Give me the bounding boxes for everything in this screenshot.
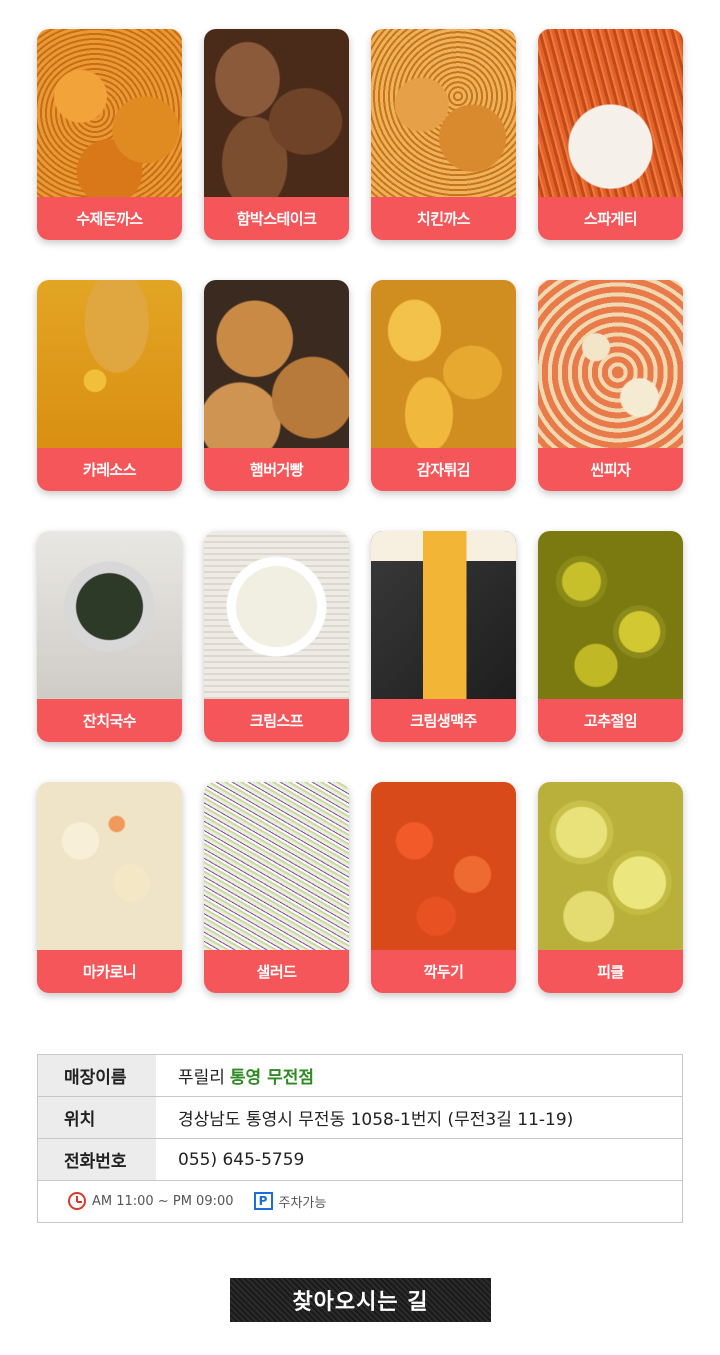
- store-branch-name: 통영 무전점: [229, 1068, 315, 1088]
- store-name-row: 매장이름 푸릴리 통영 무전점: [38, 1055, 682, 1097]
- menu-card-draft-beer[interactable]: 크림생맥주: [371, 531, 516, 742]
- menu-card-burger-bun[interactable]: 햄버거빵: [204, 280, 349, 491]
- store-name-value: 푸릴리 통영 무전점: [156, 1055, 682, 1096]
- food-photo: [204, 782, 349, 950]
- menu-card-thin-pizza[interactable]: 씬피자: [538, 280, 683, 491]
- menu-label: 스파게티: [538, 197, 683, 240]
- food-photo: [371, 29, 516, 197]
- menu-card-fries[interactable]: 감자튀김: [371, 280, 516, 491]
- food-photo: [37, 29, 182, 197]
- location-value: 경상남도 통영시 무전동 1058-1번지 (무전3길 11-19): [178, 1110, 574, 1130]
- food-photo: [371, 280, 516, 448]
- food-photo: [371, 531, 516, 699]
- menu-row: 잔치국수 크림스프 크림생맥주 고추절임: [37, 531, 683, 742]
- menu-card-noodles[interactable]: 잔치국수: [37, 531, 182, 742]
- menu-label: 깍두기: [371, 950, 516, 993]
- food-photo: [204, 280, 349, 448]
- menu-card-kkakdugi[interactable]: 깍두기: [371, 782, 516, 993]
- menu-card-hamburg-steak[interactable]: 함박스테이크: [204, 29, 349, 240]
- menu-label: 감자튀김: [371, 448, 516, 491]
- store-info-table: 매장이름 푸릴리 통영 무전점 위치 경상남도 통영시 무전동 1058-1번지…: [37, 1054, 683, 1223]
- store-name-prefix: 푸릴리: [178, 1068, 225, 1088]
- clock-icon: [68, 1192, 86, 1210]
- directions-button[interactable]: 찾아오시는 길: [230, 1278, 491, 1322]
- menu-card-chicken-cutlet[interactable]: 치킨까스: [371, 29, 516, 240]
- menu-label: 씬피자: [538, 448, 683, 491]
- menu-card-curry-sauce[interactable]: 카레소스: [37, 280, 182, 491]
- store-extra-info: AM 11:00 ~ PM 09:00 P 주차가능: [38, 1181, 682, 1221]
- food-photo: [37, 531, 182, 699]
- menu-label: 햄버거빵: [204, 448, 349, 491]
- menu-row: 카레소스 햄버거빵 감자튀김 씬피자: [37, 280, 683, 491]
- location-row: 위치 경상남도 통영시 무전동 1058-1번지 (무전3길 11-19): [38, 1097, 682, 1139]
- menu-label: 크림생맥주: [371, 699, 516, 742]
- menu-card-pickle[interactable]: 피클: [538, 782, 683, 993]
- parking-icon: P: [253, 1192, 273, 1210]
- menu-label: 수제돈까스: [37, 197, 182, 240]
- menu-label: 고추절임: [538, 699, 683, 742]
- phone-row: 전화번호 055) 645-5759: [38, 1139, 682, 1181]
- opening-hours-text: AM 11:00 ~ PM 09:00: [92, 1193, 234, 1209]
- store-name-key: 매장이름: [38, 1055, 156, 1096]
- food-photo: [204, 531, 349, 699]
- menu-label: 크림스프: [204, 699, 349, 742]
- food-photo: [37, 782, 182, 950]
- menu-card-macaroni[interactable]: 마카로니: [37, 782, 182, 993]
- menu-grid: 수제돈까스 함박스테이크 치킨까스 스파게티 카레소스 햄버거빵 감자튀김 씬피…: [37, 29, 683, 1033]
- phone-key: 전화번호: [38, 1139, 156, 1180]
- opening-hours: AM 11:00 ~ PM 09:00: [68, 1192, 234, 1210]
- parking-text: 주차가능: [278, 1195, 327, 1211]
- food-photo: [204, 29, 349, 197]
- menu-card-spaghetti[interactable]: 스파게티: [538, 29, 683, 240]
- food-photo: [538, 782, 683, 950]
- parking-info: P 주차가능: [253, 1192, 327, 1211]
- menu-label: 함박스테이크: [204, 197, 349, 240]
- food-photo: [538, 531, 683, 699]
- food-photo: [371, 782, 516, 950]
- menu-label: 치킨까스: [371, 197, 516, 240]
- menu-card-cream-soup[interactable]: 크림스프: [204, 531, 349, 742]
- menu-row: 마카로니 샐러드 깍두기 피클: [37, 782, 683, 993]
- food-photo: [538, 29, 683, 197]
- menu-label: 샐러드: [204, 950, 349, 993]
- food-photo: [538, 280, 683, 448]
- menu-label: 카레소스: [37, 448, 182, 491]
- menu-label: 잔치국수: [37, 699, 182, 742]
- location-key: 위치: [38, 1097, 156, 1138]
- menu-card-salad[interactable]: 샐러드: [204, 782, 349, 993]
- phone-value[interactable]: 055) 645-5759: [156, 1139, 682, 1180]
- food-photo: [37, 280, 182, 448]
- menu-row: 수제돈까스 함박스테이크 치킨까스 스파게티: [37, 29, 683, 240]
- menu-label: 피클: [538, 950, 683, 993]
- menu-label: 마카로니: [37, 950, 182, 993]
- menu-card-pork-cutlet[interactable]: 수제돈까스: [37, 29, 182, 240]
- menu-card-pickled-pepper[interactable]: 고추절임: [538, 531, 683, 742]
